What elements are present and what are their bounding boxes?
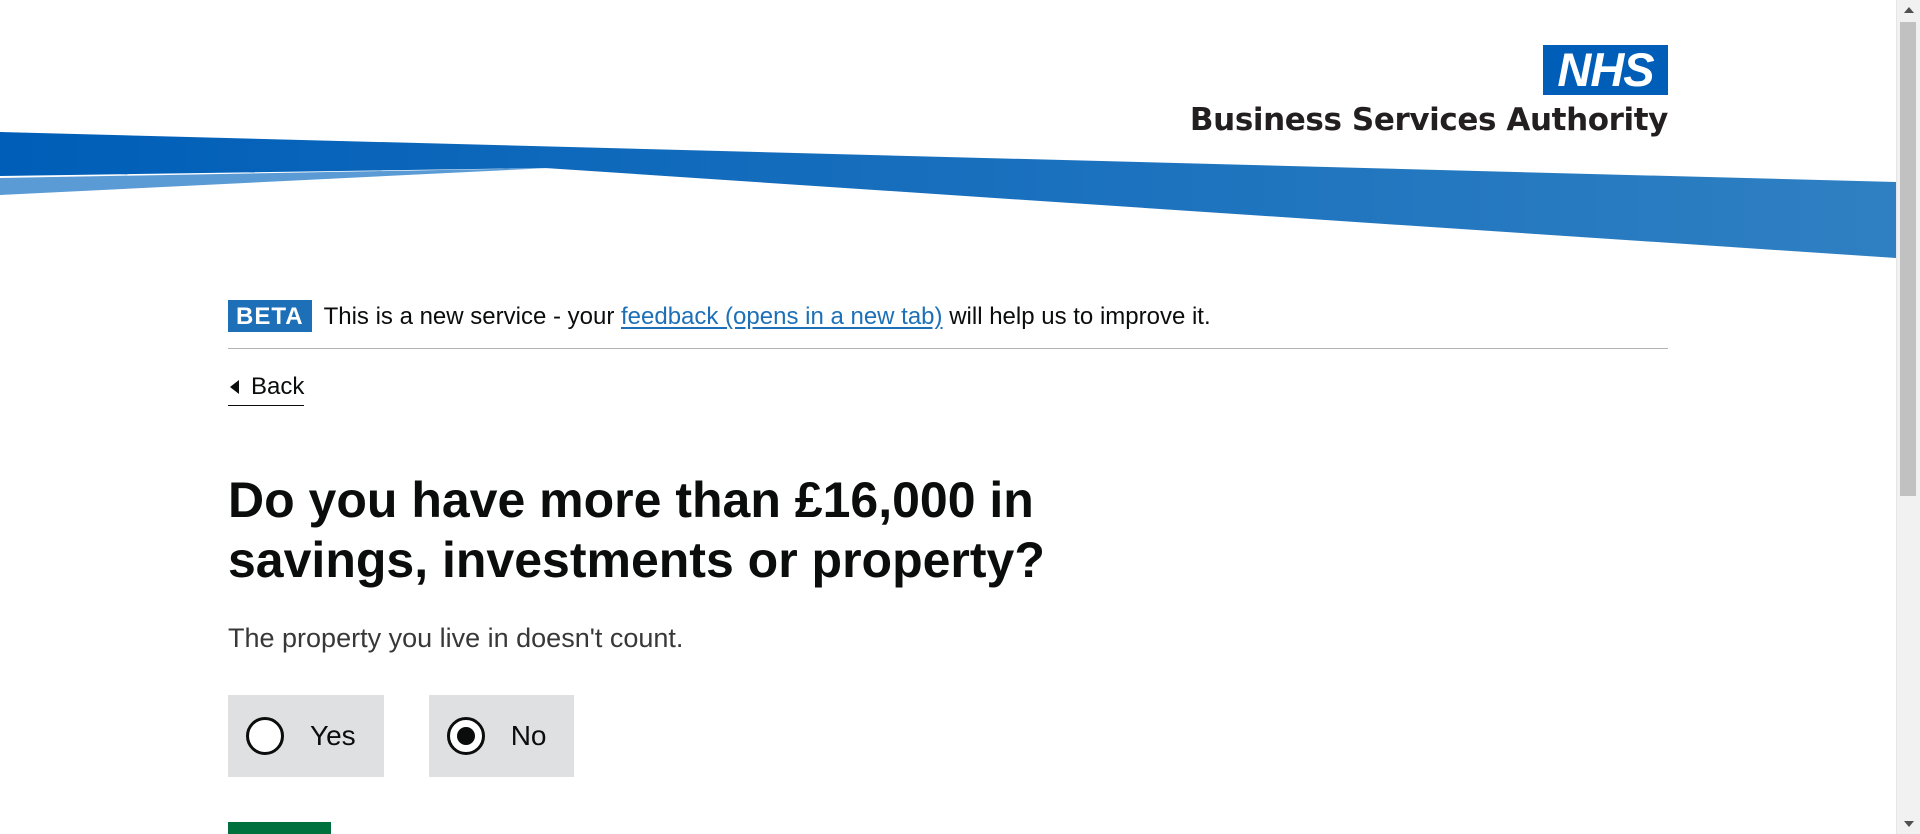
- nhsbsa-logo[interactable]: NHS Business Services Authority: [1190, 45, 1668, 145]
- nhs-logo-mark: NHS: [1543, 45, 1668, 95]
- vertical-scrollbar[interactable]: [1896, 0, 1920, 834]
- scrollbar-thumb[interactable]: [1900, 22, 1916, 496]
- radio-label-no: No: [510, 720, 547, 751]
- org-name: Business Services Authority: [1189, 102, 1668, 138]
- radio-button-yes[interactable]: [246, 717, 284, 755]
- radio-option-no[interactable]: No: [428, 695, 575, 777]
- phase-banner: BETA This is a new service - your feedba…: [228, 300, 1668, 349]
- browser-viewport: NHS Business Services Authority BETA Thi…: [0, 0, 1920, 834]
- radio-label-yes: Yes: [310, 720, 356, 751]
- scroll-down-arrow-icon[interactable]: [1897, 814, 1920, 834]
- continue-button[interactable]: [228, 822, 331, 834]
- radio-button-no[interactable]: [446, 717, 485, 755]
- feedback-link[interactable]: feedback (opens in a new tab): [621, 303, 943, 330]
- radio-option-yes[interactable]: Yes: [228, 695, 384, 777]
- scroll-up-arrow-icon[interactable]: [1897, 0, 1920, 20]
- back-link-label: Back: [251, 373, 305, 400]
- radio-group: Yes No: [228, 695, 619, 777]
- back-link[interactable]: Back: [228, 370, 305, 406]
- question-hint: The property you live in doesn't count.: [228, 623, 684, 653]
- question-heading: Do you have more than £16,000 in savings…: [228, 472, 1045, 588]
- phase-banner-text: This is a new service - your feedback (o…: [323, 303, 1211, 330]
- chevron-left-icon: [230, 380, 239, 394]
- beta-tag: BETA: [228, 300, 312, 332]
- page: NHS Business Services Authority BETA Thi…: [0, 0, 1896, 834]
